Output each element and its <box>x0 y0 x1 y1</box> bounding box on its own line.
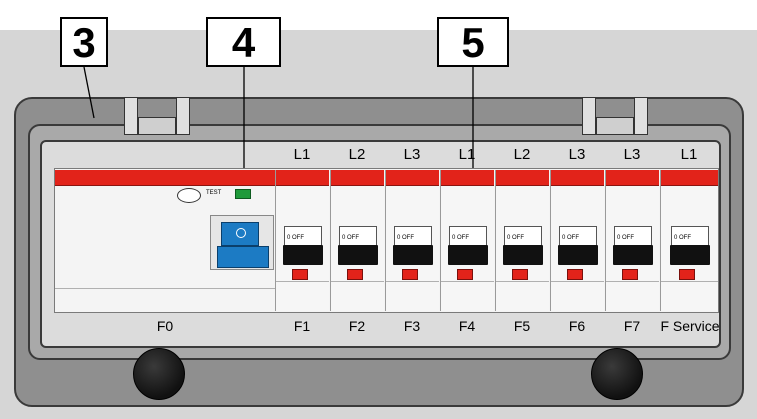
breaker-f6: 0 OFF <box>550 170 604 311</box>
callout-5: 5 <box>437 17 509 67</box>
toggle-cap: 0 OFF <box>559 226 597 246</box>
toggle-cap: 0 OFF <box>339 226 377 246</box>
trip-indicator <box>567 269 583 280</box>
breaker-toggle[interactable] <box>338 245 378 265</box>
breaker-f5: 0 OFF <box>495 170 549 311</box>
latch-knob-right[interactable] <box>591 348 643 400</box>
phase-label-f5: L2 <box>513 146 531 163</box>
toggle-off-label: 0 OFF <box>397 235 415 241</box>
red-band <box>606 170 659 186</box>
callout-4: 4 <box>206 17 281 67</box>
breaker-toggle[interactable] <box>558 245 598 265</box>
toggle-off-label: 0 OFF <box>342 235 360 241</box>
phase-label-f4: L1 <box>458 146 476 163</box>
breaker-f1: 0 OFF <box>275 170 329 311</box>
rcd-switch-symbol-icon <box>236 228 246 238</box>
trip-indicator <box>457 269 473 280</box>
red-band <box>551 170 604 186</box>
rcd-switch-upper[interactable] <box>221 222 259 246</box>
breaker-label-f-service: F Service <box>660 318 720 334</box>
rcd-label: F0 <box>156 318 174 334</box>
toggle-off-label: 0 OFF <box>562 235 580 241</box>
breaker-toggle[interactable] <box>393 245 433 265</box>
breaker-f3: 0 OFF <box>385 170 439 311</box>
breaker-label-f5: F5 <box>513 318 531 334</box>
red-band <box>331 170 384 186</box>
trip-indicator <box>402 269 418 280</box>
trip-indicator <box>292 269 308 280</box>
red-band <box>386 170 439 186</box>
breaker-label-f2: F2 <box>348 318 366 334</box>
rcd-switch-lever[interactable] <box>217 246 269 268</box>
breaker-f7: 0 OFF <box>605 170 659 311</box>
breaker-toggle[interactable] <box>670 245 710 265</box>
toggle-cap: 0 OFF <box>504 226 542 246</box>
breaker-f-service: 0 OFF <box>660 170 718 311</box>
callout-3: 3 <box>60 17 108 67</box>
toggle-cap: 0 OFF <box>284 226 322 246</box>
red-band <box>441 170 494 186</box>
phase-label-f3: L3 <box>403 146 421 163</box>
breaker-label-f4: F4 <box>458 318 476 334</box>
toggle-off-label: 0 OFF <box>617 235 635 241</box>
breaker-label-f7: F7 <box>623 318 641 334</box>
phase-label-f-service: L1 <box>680 146 698 163</box>
red-band <box>496 170 549 186</box>
trip-indicator <box>622 269 638 280</box>
toggle-off-label: 0 OFF <box>452 235 470 241</box>
phase-label-f2: L2 <box>348 146 366 163</box>
breaker-f4: 0 OFF <box>440 170 494 311</box>
breaker-toggle[interactable] <box>448 245 488 265</box>
trip-indicator <box>347 269 363 280</box>
red-band <box>276 170 329 186</box>
trip-indicator <box>512 269 528 280</box>
breaker-toggle[interactable] <box>613 245 653 265</box>
red-band <box>661 170 718 186</box>
status-indicator-green <box>235 189 251 199</box>
phase-label-f1: L1 <box>293 146 311 163</box>
test-label: TEST <box>206 190 222 196</box>
breaker-label-f1: F1 <box>293 318 311 334</box>
toggle-off-label: 0 OFF <box>287 235 305 241</box>
toggle-cap: 0 OFF <box>394 226 432 246</box>
trip-indicator <box>679 269 695 280</box>
toggle-cap: 0 OFF <box>614 226 652 246</box>
toggle-cap: 0 OFF <box>671 226 709 246</box>
rcd-module: TEST <box>55 170 275 311</box>
breaker-label-f6: F6 <box>568 318 586 334</box>
toggle-off-label: 0 OFF <box>507 235 525 241</box>
phase-label-f6: L3 <box>568 146 586 163</box>
breaker-toggle[interactable] <box>283 245 323 265</box>
rcd-red-band <box>55 170 275 186</box>
breaker-label-f3: F3 <box>403 318 421 334</box>
toggle-off-label: 0 OFF <box>674 235 692 241</box>
latch-knob-left[interactable] <box>133 348 185 400</box>
breaker-f2: 0 OFF <box>330 170 384 311</box>
breaker-toggle[interactable] <box>503 245 543 265</box>
toggle-cap: 0 OFF <box>449 226 487 246</box>
test-button[interactable] <box>177 188 201 203</box>
phase-label-f7: L3 <box>623 146 641 163</box>
